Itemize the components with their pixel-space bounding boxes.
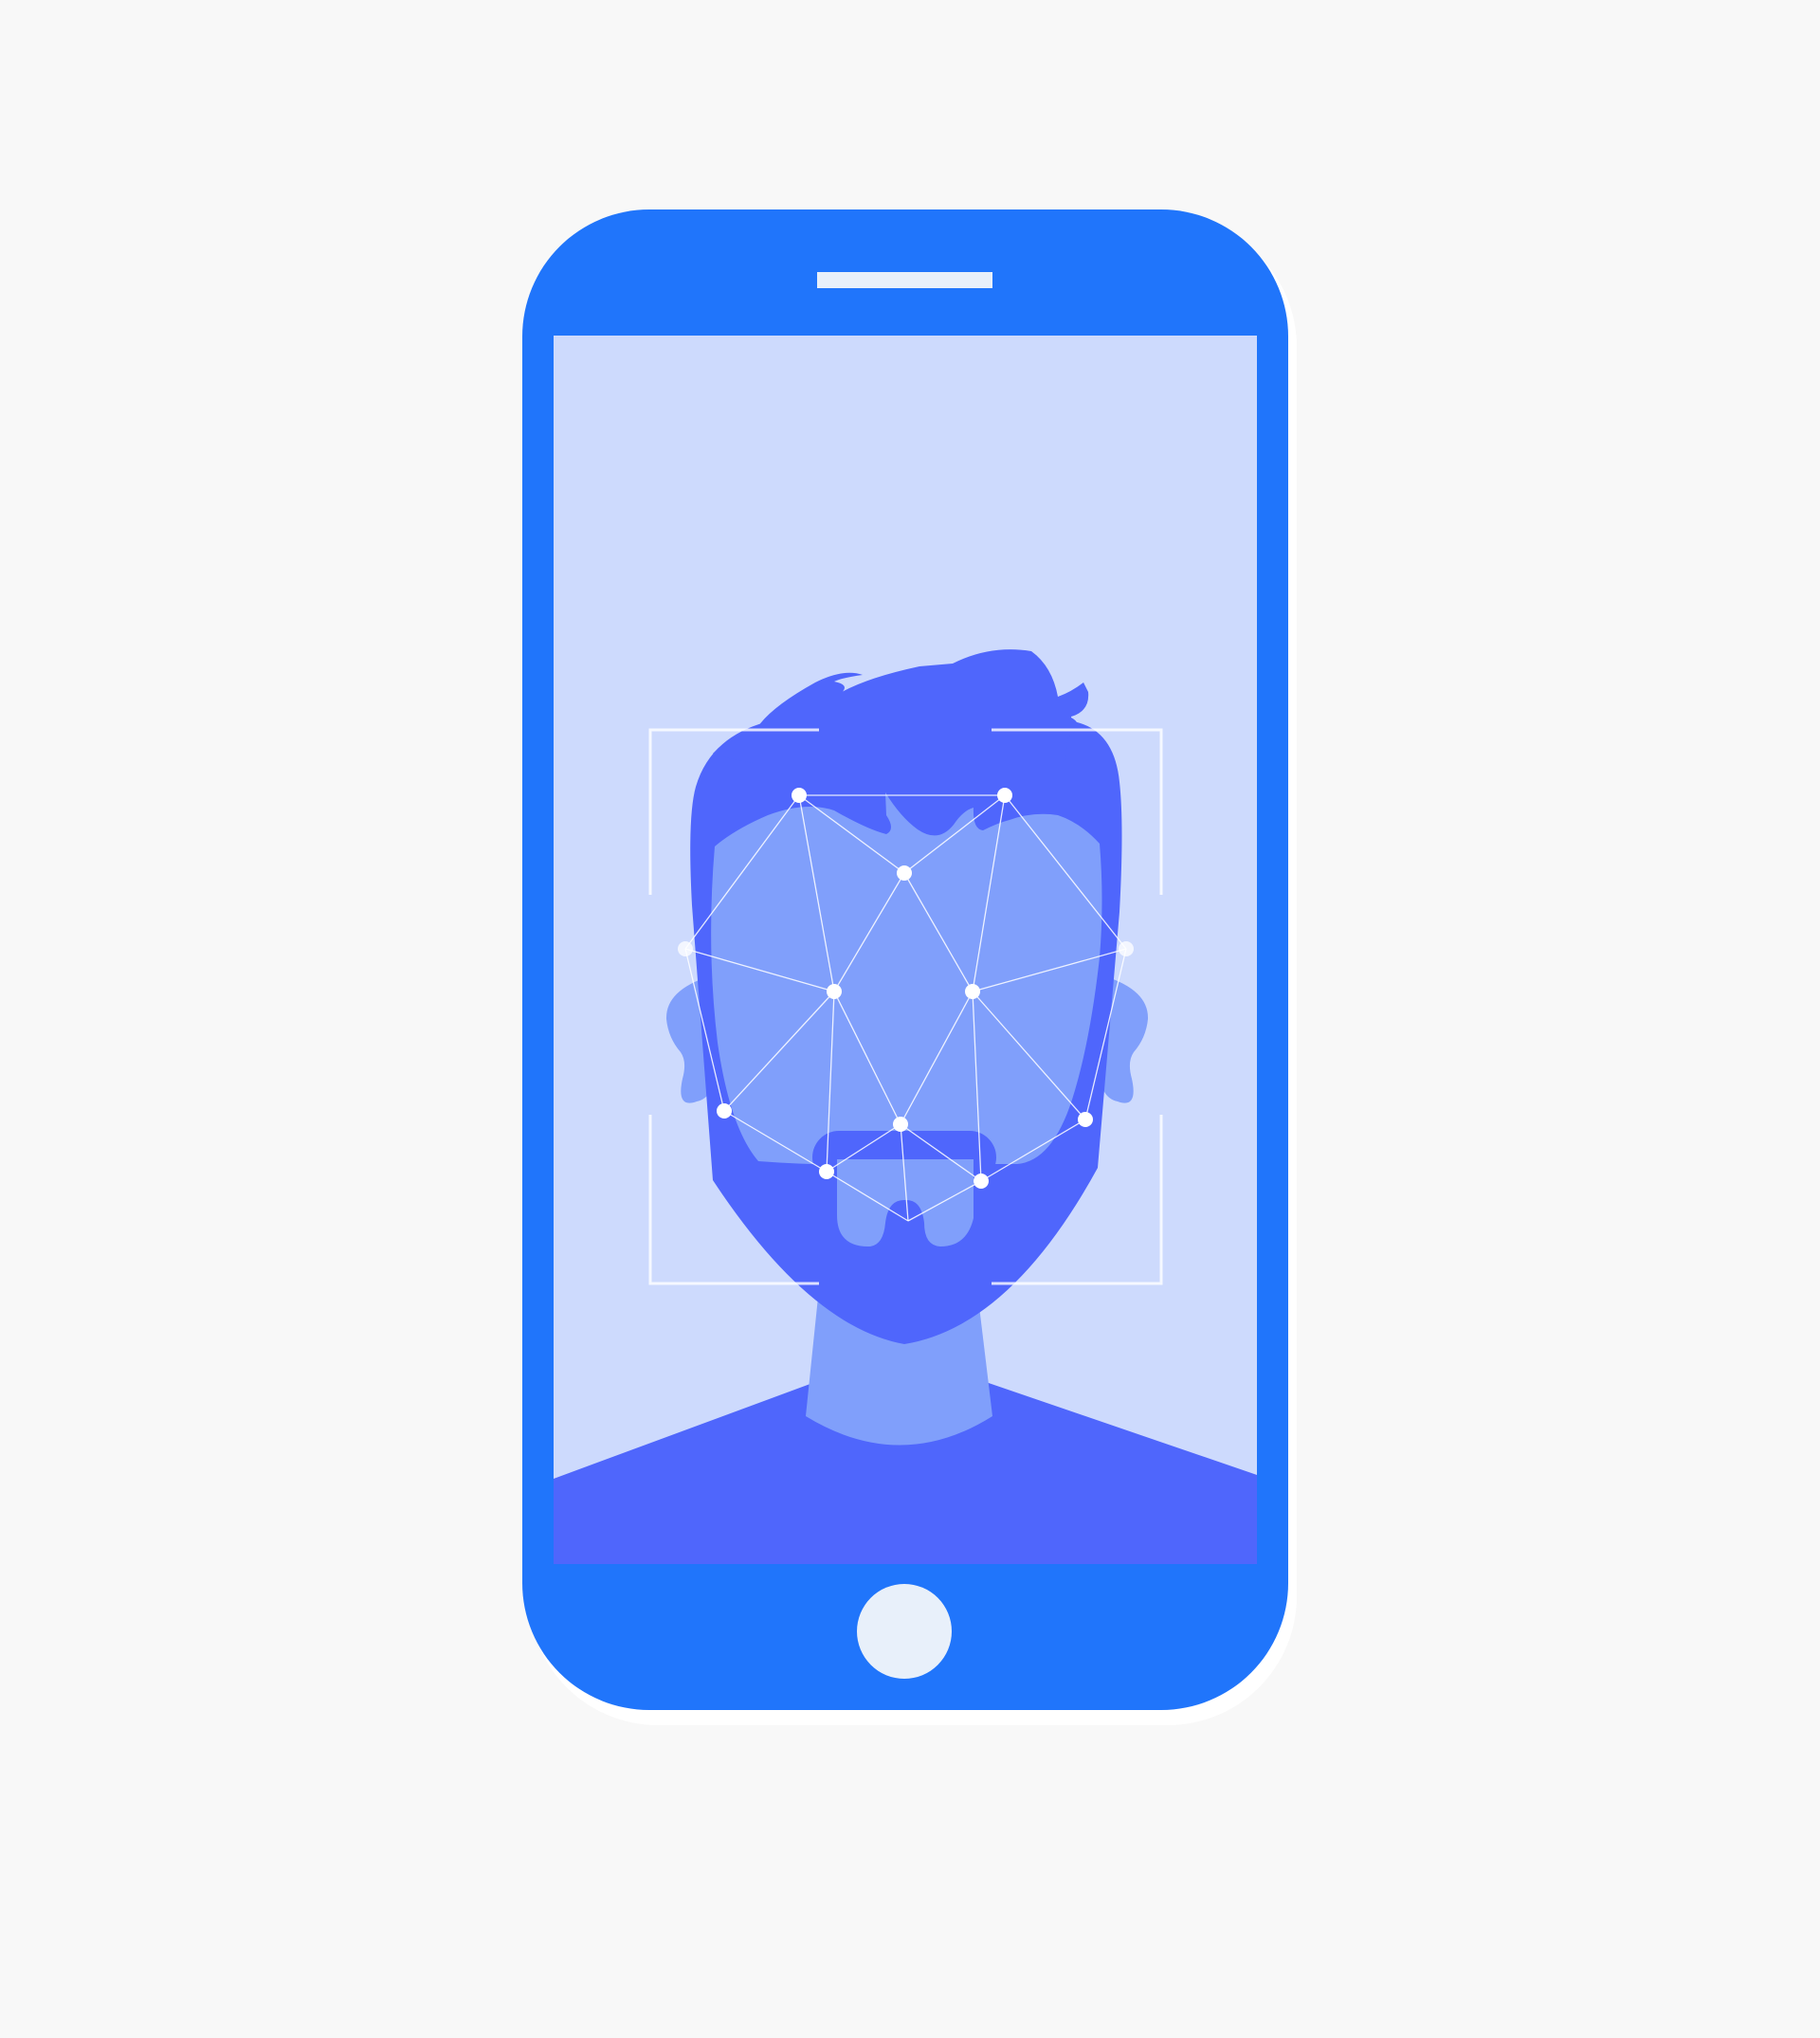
illustration-stage [0, 0, 1820, 2038]
face-recognition-illustration [522, 209, 1297, 1725]
home-button-icon[interactable] [857, 1584, 952, 1679]
phone-screen [554, 336, 1257, 1564]
face [711, 792, 1102, 1165]
speaker-slot-icon [817, 272, 992, 288]
